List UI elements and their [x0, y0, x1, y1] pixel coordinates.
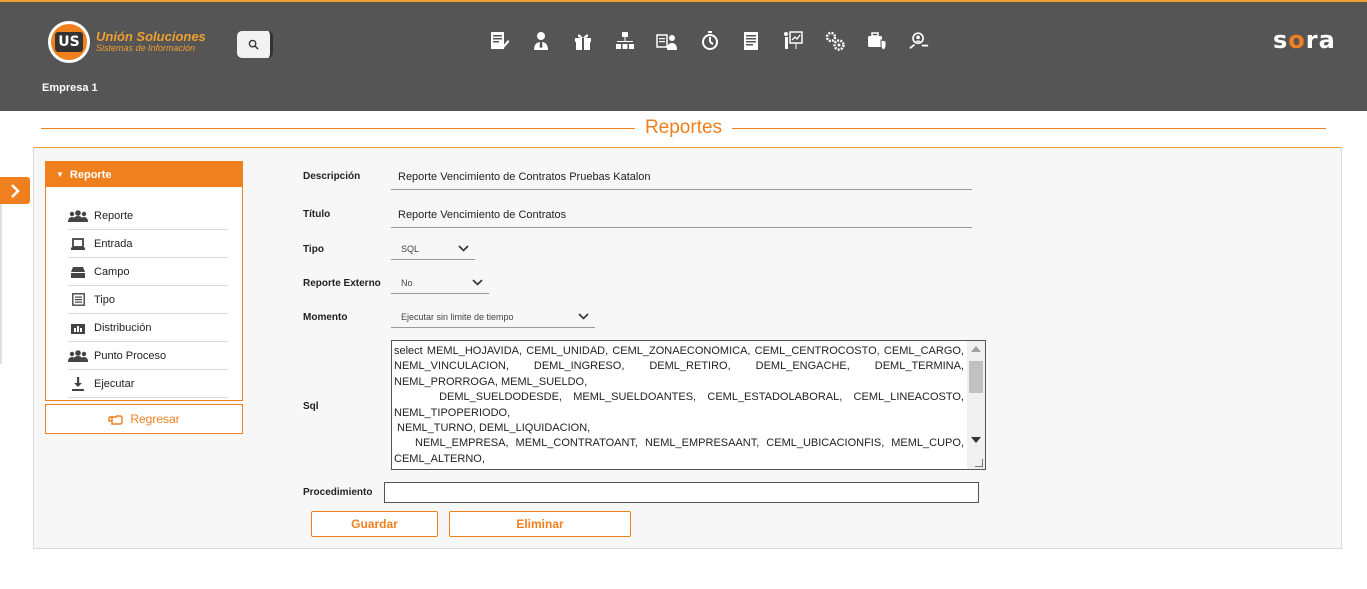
sql-line: DEML_SUELDODESDE, MEML_SUELDOANTES, CEML…: [394, 391, 964, 404]
sora-brand-logo: sora: [1273, 26, 1336, 54]
sql-line: NEML_PRORROGA, MEML_SUELDO,: [394, 375, 588, 388]
search-icon: [248, 39, 259, 50]
procedimiento-input[interactable]: [384, 482, 979, 503]
momento-select[interactable]: Ejecutar sin limite de tiempo: [391, 306, 595, 328]
scroll-down-arrow-icon[interactable]: [971, 437, 981, 443]
user-tie-icon[interactable]: [530, 27, 552, 55]
company-name: Empresa 1: [42, 82, 98, 94]
menu-item-reporte[interactable]: Reporte: [68, 202, 228, 230]
menu-item-tipo[interactable]: Tipo: [68, 286, 228, 314]
report-edit-icon[interactable]: [488, 27, 510, 55]
chevron-down-icon: [578, 313, 589, 320]
menu-item-campo[interactable]: Campo: [68, 258, 228, 286]
back-button[interactable]: Regresar: [45, 404, 243, 434]
menu-item-ejecutar[interactable]: Ejecutar: [68, 370, 228, 398]
chevron-down-icon: [458, 245, 469, 252]
sql-textarea[interactable]: select MEML_HOJAVIDA, CEML_UNIDAD, CEML_…: [391, 340, 986, 470]
page-title-bar: Reportes: [41, 113, 1327, 143]
gears-icon[interactable]: [824, 27, 846, 55]
users-icon: [68, 209, 88, 222]
menu-item-label: Campo: [94, 265, 130, 278]
sql-text: select MEML_HOJAVIDA, CEML_UNIDAD, CEML_…: [394, 344, 964, 467]
momento-label: Momento: [303, 312, 348, 323]
laptop-icon: [68, 237, 88, 250]
titulo-field[interactable]: Reporte Vencimiento de Contratos: [391, 202, 972, 228]
tipo-label: Tipo: [303, 244, 324, 255]
descripcion-field[interactable]: Reporte Vencimiento de Contratos Pruebas…: [391, 164, 972, 190]
search-button[interactable]: [237, 31, 273, 58]
scroll-up-arrow-icon[interactable]: [971, 346, 981, 352]
scroll-thumb[interactable]: [969, 361, 983, 393]
sql-line: NEML_TIPOPERIODO,: [394, 406, 511, 419]
menu-item-label: Tipo: [94, 293, 115, 306]
menu-item-label: Ejecutar: [94, 377, 135, 390]
stopwatch-icon[interactable]: [698, 27, 720, 55]
sql-line: select MEML_HOJAVIDA, CEML_UNIDAD, CEML_…: [394, 345, 964, 357]
delete-button[interactable]: Eliminar: [449, 511, 631, 537]
procedimiento-label: Procedimiento: [303, 487, 373, 498]
page-title: Reportes: [644, 117, 723, 138]
logo-subtitle: Sistemas de Información: [96, 43, 196, 54]
distribution-icon: [68, 322, 88, 334]
descripcion-label: Descripción: [303, 171, 361, 182]
users-icon: [68, 349, 88, 362]
save-button[interactable]: Guardar: [311, 511, 438, 537]
company-logo[interactable]: US Unión Soluciones Sistemas de Informac…: [48, 21, 206, 63]
module-toolbar: [488, 27, 930, 55]
reporte-externo-select-value: No: [401, 277, 413, 288]
titulo-label: Título: [303, 209, 331, 220]
menu-item-label: Distribución: [94, 321, 152, 334]
pointing-hand-icon: [108, 415, 124, 425]
gift-icon[interactable]: [572, 27, 594, 55]
reporte-externo-label: Reporte Externo: [303, 278, 381, 289]
sql-line: NEML_TURNO, DEML_LIQUIDACION,: [394, 422, 591, 435]
menu-item-label: Entrada: [94, 237, 133, 250]
menu-item-entrada[interactable]: Entrada: [68, 230, 228, 258]
document-list-icon[interactable]: [740, 27, 762, 55]
presentation-icon[interactable]: [782, 27, 804, 55]
resize-handle-icon[interactable]: [975, 459, 983, 467]
logo-title: Unión Soluciones: [96, 29, 206, 45]
sql-scrollbar[interactable]: [967, 341, 985, 469]
menu-item-label: Reporte: [94, 209, 134, 222]
sql-line: CEML_ALTERNO,: [394, 452, 485, 465]
caret-down-icon: ▼: [56, 170, 64, 179]
menu-header-label: Reporte: [69, 168, 112, 181]
menu-item-label: Punto Proceso: [94, 349, 167, 362]
menu-item-distribucion[interactable]: Distribución: [68, 314, 228, 342]
logo-short: US: [55, 32, 83, 52]
reporte-externo-select[interactable]: No: [391, 272, 489, 294]
menu-item-punto-proceso[interactable]: Punto Proceso: [68, 342, 228, 370]
side-panel-edge: [0, 204, 2, 364]
title-divider-right: [732, 127, 1327, 129]
momento-select-value: Ejecutar sin limite de tiempo: [401, 311, 514, 322]
tipo-select[interactable]: SQL: [391, 238, 475, 260]
top-bar: US Unión Soluciones Sistemas de Informac…: [0, 0, 1367, 111]
logo-badge: US: [48, 21, 90, 63]
logo-text: Unión Soluciones Sistemas de Información: [96, 30, 206, 53]
sql-line: NEML_VINCULACION, DEML_INGRESO, DEML_RET…: [394, 360, 964, 373]
sql-label: Sql: [303, 401, 319, 412]
employee-badge-icon[interactable]: [656, 27, 678, 55]
chevron-down-icon: [472, 279, 483, 286]
report-menu: ▼ Reporte Reporte Entrada Campo Tipo Dist…: [45, 161, 243, 401]
menu-header[interactable]: ▼ Reporte: [46, 162, 242, 187]
chevron-right-icon: [11, 183, 20, 198]
shield-briefcase-icon[interactable]: [866, 27, 888, 55]
list-icon: [68, 293, 88, 306]
title-divider-left: [41, 127, 635, 129]
tipo-select-value: SQL: [401, 243, 420, 254]
people-search-icon[interactable]: [908, 27, 930, 55]
sql-line: NEML_EMPRESA, MEML_CONTRATOANT, NEML_EMP…: [394, 437, 964, 450]
tray-icon: [68, 266, 88, 278]
back-button-label: Regresar: [130, 412, 180, 426]
download-icon: [68, 376, 88, 391]
side-panel-toggle[interactable]: [0, 177, 30, 204]
org-chart-icon[interactable]: [614, 27, 636, 55]
